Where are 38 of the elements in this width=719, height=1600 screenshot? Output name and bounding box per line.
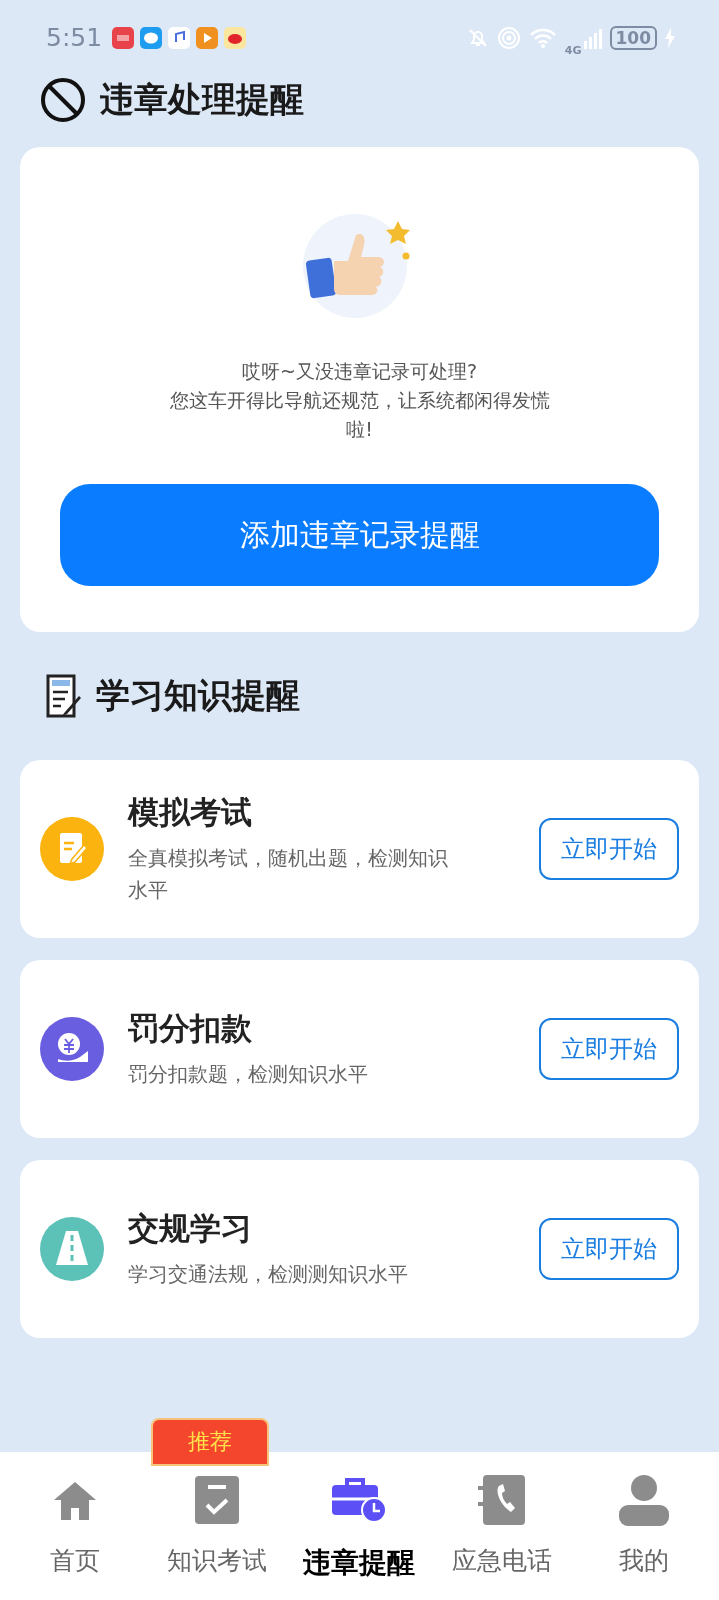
nav-tab[interactable]: 知识考试 [149,1472,286,1600]
charging-icon [665,27,675,48]
network-type: 4G [564,44,582,57]
hotspot-icon [496,25,521,50]
nav-tab[interactable]: 我的 [575,1472,712,1600]
study-title: 模拟考试 [128,793,253,832]
nav-tab[interactable]: 违章提醒 [291,1472,428,1600]
phone-book-icon [476,1474,527,1526]
notification-icon [224,26,247,49]
start-button[interactable]: 立即开始 [539,818,679,880]
status-time: 5:51 [46,23,103,52]
study-description: 罚分扣款题，检测知识水平 [128,1061,369,1088]
add-reminder-button[interactable]: 添加违章记录提醒 [60,484,659,586]
recommend-badge: 推荐 [151,1418,270,1466]
study-title: 交规学习 [128,1209,253,1248]
battery-level: 100 [609,25,657,50]
start-button[interactable]: 立即开始 [539,1218,679,1280]
notification-icon [112,26,135,49]
person-icon [617,1474,670,1526]
section-title: 学习知识提醒 [96,674,300,717]
edit-document-icon [46,674,82,718]
nav-tab[interactable]: 应急电话 [433,1472,570,1600]
notification-icon [140,26,163,49]
checklist-icon [194,1475,241,1525]
study-description: 学习交通法规，检测测知识水平 [128,1261,409,1288]
notification-icon [168,26,191,49]
nav-tab[interactable]: 首页 [7,1472,144,1600]
study-title: 罚分扣款 [128,1009,253,1048]
empty-message: 哎呀~又没违章记录可处理? 您这车开得比导航还规范，让系统都闲得发慌 啦! [168,359,551,442]
briefcase-clock-icon [331,1477,388,1523]
no-entry-icon [40,77,86,123]
notification-icon [196,26,219,49]
signal-icon [583,26,602,49]
study-description: 全真模拟考试，随机出题，检测知识水平 [128,845,448,904]
mute-icon [466,26,489,49]
start-button[interactable]: 立即开始 [539,1018,679,1080]
section-title: 违章处理提醒 [100,78,304,121]
wifi-icon [528,26,557,49]
